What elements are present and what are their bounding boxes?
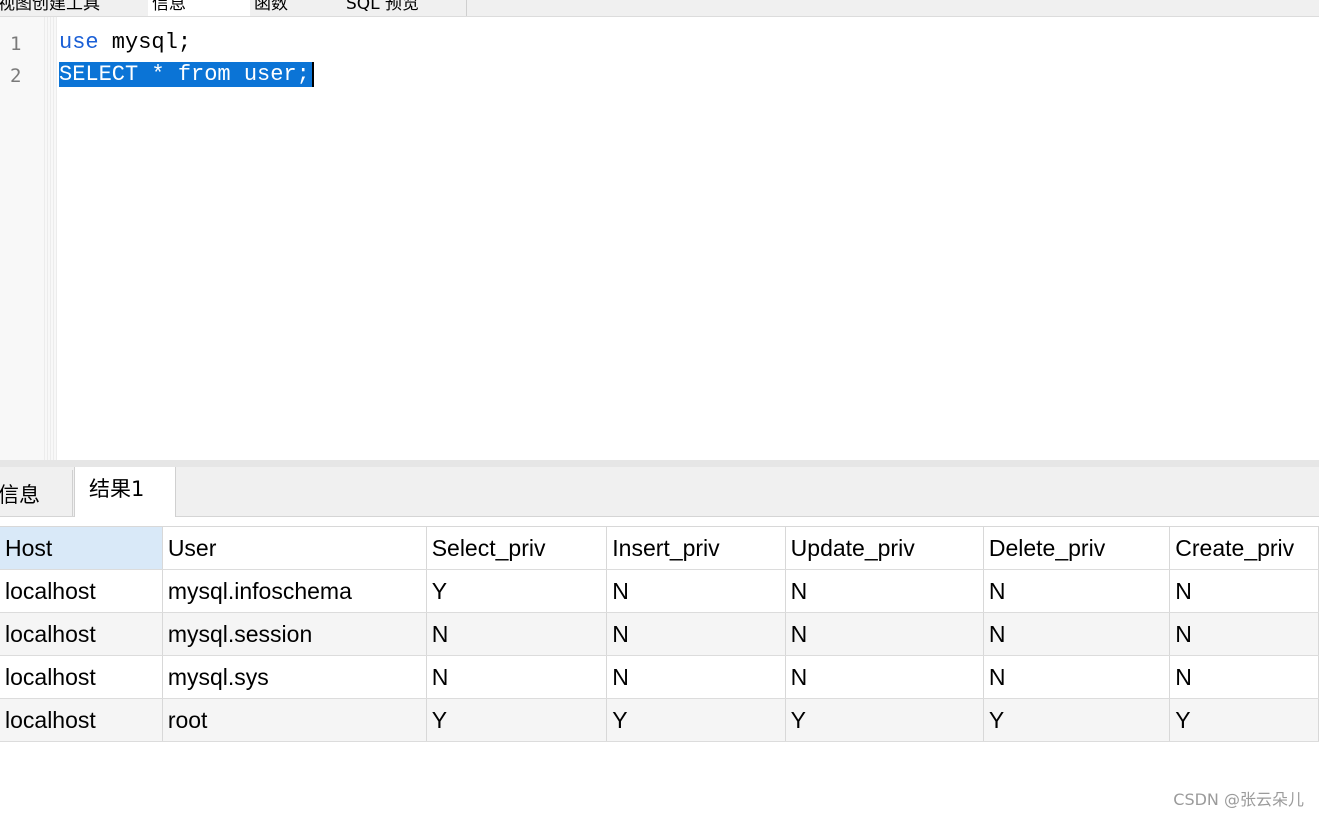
watermark: CSDN @张云朵儿 xyxy=(1173,790,1304,809)
line-number-gutter: 1 2 xyxy=(0,17,57,460)
table-cell[interactable]: Y xyxy=(606,698,786,742)
table-cell[interactable]: localhost xyxy=(0,698,163,742)
table-row[interactable]: localhost mysql.sys N N N N N xyxy=(0,655,1319,699)
table-cell[interactable]: N xyxy=(983,569,1171,613)
code-text: mysql; xyxy=(98,30,192,55)
code-line[interactable]: use mysql; xyxy=(59,29,191,57)
sql-editor[interactable]: 1 2 use mysql; SELECT * from user; xyxy=(0,17,1319,460)
editor-tab-strip: 视图创建工具 信息 函数 SQL 预览 xyxy=(0,0,1319,17)
table-cell[interactable]: N xyxy=(785,655,984,699)
pane-splitter[interactable] xyxy=(0,460,1319,467)
tab-info[interactable]: 信息 xyxy=(148,0,251,16)
table-cell[interactable]: N xyxy=(426,655,608,699)
table-cell[interactable]: mysql.session xyxy=(162,612,427,656)
table-row[interactable]: localhost root Y Y Y Y Y xyxy=(0,698,1319,742)
table-cell[interactable]: N xyxy=(983,612,1171,656)
fold-margin xyxy=(44,17,57,460)
table-cell[interactable]: localhost xyxy=(0,569,163,613)
table-cell[interactable]: Y xyxy=(785,698,984,742)
table-cell[interactable]: N xyxy=(606,655,786,699)
table-cell[interactable]: N xyxy=(1169,655,1319,699)
tab-messages[interactable]: 信息 xyxy=(0,470,73,516)
column-header-user[interactable]: User xyxy=(162,526,427,570)
result-grid: Host User Select_priv Insert_priv Update… xyxy=(0,526,1319,742)
column-header-select-priv[interactable]: Select_priv xyxy=(426,526,608,570)
column-header-insert-priv[interactable]: Insert_priv xyxy=(606,526,786,570)
sql-keyword: use xyxy=(59,30,99,55)
table-cell[interactable]: N xyxy=(606,612,786,656)
table-cell[interactable]: Y xyxy=(1169,698,1319,742)
result-tab-strip: 信息 结果1 xyxy=(0,467,1319,517)
table-row[interactable]: localhost mysql.infoschema Y N N N N xyxy=(0,569,1319,613)
tab-sql-preview[interactable]: SQL 预览 xyxy=(342,0,467,16)
table-cell[interactable]: mysql.infoschema xyxy=(162,569,427,613)
table-cell[interactable]: N xyxy=(785,569,984,613)
line-number: 2 xyxy=(10,65,22,87)
tab-view-builder[interactable]: 视图创建工具 xyxy=(0,0,149,16)
header-row: Host User Select_priv Insert_priv Update… xyxy=(0,526,1319,570)
table-cell[interactable]: Y xyxy=(983,698,1171,742)
result-table: Host User Select_priv Insert_priv Update… xyxy=(0,526,1319,742)
column-header-host[interactable]: Host xyxy=(0,526,163,570)
line-number: 1 xyxy=(10,33,22,55)
table-cell[interactable]: N xyxy=(426,612,608,656)
table-cell[interactable]: localhost xyxy=(0,612,163,656)
table-cell[interactable]: N xyxy=(1169,612,1319,656)
column-header-delete-priv[interactable]: Delete_priv xyxy=(983,526,1171,570)
code-line[interactable]: SELECT * from user; xyxy=(59,61,314,89)
table-cell[interactable]: localhost xyxy=(0,655,163,699)
table-cell[interactable]: N xyxy=(1169,569,1319,613)
table-row[interactable]: localhost mysql.session N N N N N xyxy=(0,612,1319,656)
table-cell[interactable]: Y xyxy=(426,569,608,613)
column-header-update-priv[interactable]: Update_priv xyxy=(785,526,984,570)
tab-result-1[interactable]: 结果1 xyxy=(74,467,176,517)
selected-sql-text: SELECT * from user; xyxy=(59,62,314,87)
table-cell[interactable]: N xyxy=(606,569,786,613)
table-cell[interactable]: mysql.sys xyxy=(162,655,427,699)
column-header-create-priv[interactable]: Create_priv xyxy=(1169,526,1319,570)
table-cell[interactable]: root xyxy=(162,698,427,742)
table-cell[interactable]: Y xyxy=(426,698,608,742)
tab-functions[interactable]: 函数 xyxy=(250,0,343,16)
table-cell[interactable]: N xyxy=(983,655,1171,699)
table-cell[interactable]: N xyxy=(785,612,984,656)
